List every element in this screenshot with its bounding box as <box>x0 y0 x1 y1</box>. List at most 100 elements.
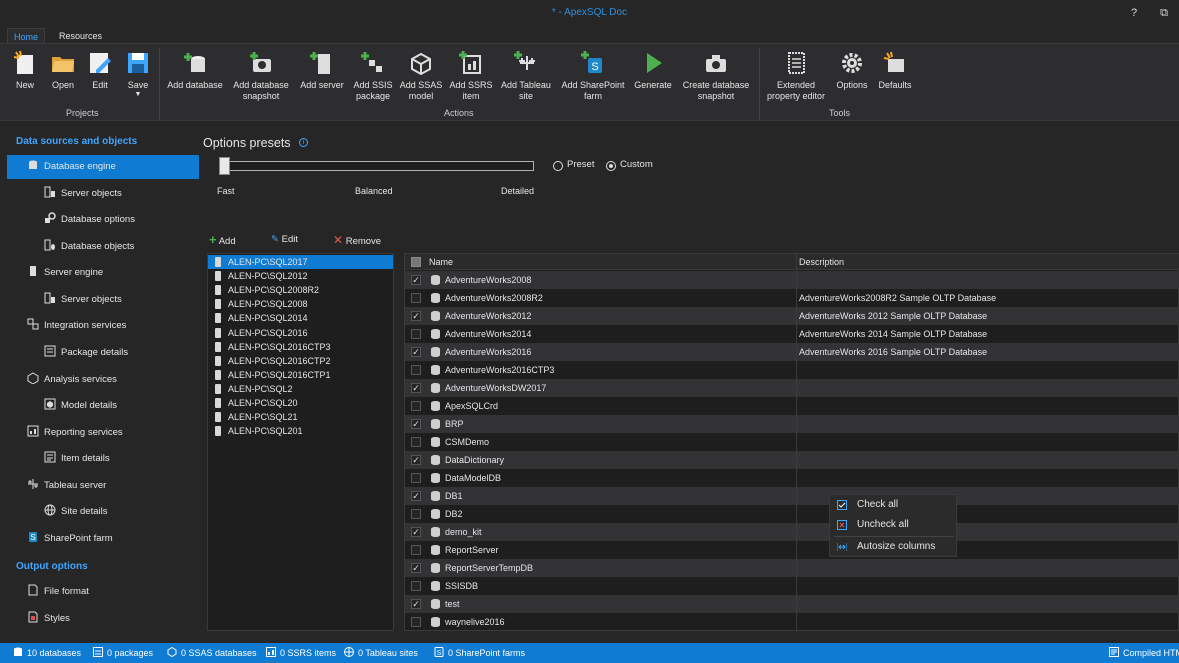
save-button[interactable]: Save ▼ <box>123 50 153 99</box>
add-ssis-package-button[interactable]: Add SSIS package <box>349 50 397 102</box>
row-checkbox[interactable]: ✓ <box>411 383 421 393</box>
check-all-menu-item[interactable]: Check all <box>830 495 958 515</box>
server-list-item[interactable]: ALEN-PC\SQL2016CTP2 <box>208 354 393 368</box>
nav-item-database-objects[interactable]: Database objects <box>44 235 134 259</box>
nav-item-model-details[interactable]: Model details <box>44 394 117 418</box>
row-checkbox[interactable]: ✓ <box>411 419 421 429</box>
new-button[interactable]: New <box>10 50 40 91</box>
row-checkbox[interactable]: ✓ <box>411 599 421 609</box>
tab-home[interactable]: Home <box>7 28 46 44</box>
table-row[interactable]: ✓ test <box>405 595 1179 613</box>
preset-slider-thumb[interactable] <box>219 157 230 175</box>
table-row[interactable]: SSISDB <box>405 577 1179 595</box>
server-list-item[interactable]: ALEN-PC\SQL21 <box>208 410 393 424</box>
nav-item-site-details[interactable]: Site details <box>44 500 107 524</box>
nav-item-server-objects[interactable]: Server objects <box>44 182 122 206</box>
nav-item-file-format[interactable]: File format <box>27 580 89 604</box>
nav-item-database-engine[interactable]: Database engine <box>7 155 199 179</box>
table-row[interactable]: AdventureWorks2014 AdventureWorks 2014 Sa… <box>405 325 1179 343</box>
autosize-columns-menu-item[interactable]: Autosize columns <box>830 537 958 557</box>
row-checkbox[interactable] <box>411 437 421 447</box>
nav-item-database-options[interactable]: Database options <box>44 208 135 232</box>
nav-item-sharepoint-farm[interactable]: S SharePoint farm <box>27 527 113 551</box>
table-row[interactable]: CSMDemo <box>405 433 1179 451</box>
table-row[interactable]: ✓ ReportServerTempDB <box>405 559 1179 577</box>
create-database-snapshot-button[interactable]: Create database snapshot <box>678 50 754 102</box>
add-sharepoint-farm-button[interactable]: S Add SharePoint farm <box>558 50 628 102</box>
tab-resources[interactable]: Resources <box>53 28 108 44</box>
row-checkbox[interactable]: ✓ <box>411 311 421 321</box>
defaults-button[interactable]: Defaults <box>876 50 914 91</box>
table-row[interactable]: AdventureWorks2016CTP3 <box>405 361 1179 379</box>
add-tableau-site-button[interactable]: Add Tableau site <box>498 50 554 102</box>
row-checkbox[interactable]: ✓ <box>411 347 421 357</box>
add-database-snapshot-button[interactable]: Add database snapshot <box>229 50 293 102</box>
table-row[interactable]: ✓ AdventureWorks2008 <box>405 271 1179 289</box>
table-row[interactable]: AdventureWorks2008R2 AdventureWorks2008R2… <box>405 289 1179 307</box>
info-icon[interactable]: i <box>299 138 308 147</box>
add-server-button[interactable]: Add server <box>297 50 347 91</box>
help-icon[interactable]: ? <box>1126 5 1142 21</box>
server-list-item[interactable]: ALEN-PC\SQL2014 <box>208 311 393 325</box>
server-list-item[interactable]: ALEN-PC\SQL2016CTP3 <box>208 340 393 354</box>
column-header-description[interactable]: Description <box>799 254 844 270</box>
row-checkbox[interactable] <box>411 473 421 483</box>
extended-property-editor-button[interactable]: Extended property editor <box>763 50 829 102</box>
nav-item-package-details[interactable]: Package details <box>44 341 128 365</box>
add-ssas-model-button[interactable]: Add SSAS model <box>398 50 444 102</box>
remove-server-toolbar-button[interactable]: ✕ Remove <box>333 233 381 247</box>
server-list-item[interactable]: ALEN-PC\SQL2 <box>208 382 393 396</box>
custom-radio[interactable] <box>606 161 616 171</box>
nav-item-reporting-services[interactable]: Reporting services <box>27 421 123 445</box>
server-list-item[interactable]: ALEN-PC\SQL2016 <box>208 326 393 340</box>
row-checkbox[interactable]: ✓ <box>411 527 421 537</box>
row-checkbox[interactable]: ✓ <box>411 275 421 285</box>
server-list-item[interactable]: ALEN-PC\SQL20 <box>208 396 393 410</box>
table-row[interactable]: ReportServer <box>405 541 1179 559</box>
row-checkbox[interactable]: ✓ <box>411 491 421 501</box>
select-all-checkbox[interactable] <box>411 257 421 267</box>
preset-slider-track[interactable] <box>220 161 534 171</box>
options-button[interactable]: Options <box>834 50 870 91</box>
add-ssrs-item-button[interactable]: Add SSRS item <box>448 50 494 102</box>
row-checkbox[interactable] <box>411 581 421 591</box>
table-row[interactable]: ✓ AdventureWorks2016 AdventureWorks 2016 S… <box>405 343 1179 361</box>
server-list-item[interactable]: ALEN-PC\SQL2008 <box>208 297 393 311</box>
table-row[interactable]: ApexSQLCrd <box>405 397 1179 415</box>
table-row[interactable]: ✓ AdventureWorksDW2017 <box>405 379 1179 397</box>
open-button[interactable]: Open <box>48 50 78 91</box>
add-server-toolbar-button[interactable]: + Add <box>209 233 236 248</box>
row-checkbox[interactable] <box>411 293 421 303</box>
uncheck-all-menu-item[interactable]: Uncheck all <box>830 515 958 535</box>
add-database-button[interactable]: Add database <box>165 50 225 91</box>
server-list-item[interactable]: ALEN-PC\SQL2017 <box>208 255 393 269</box>
column-header-name[interactable]: Name <box>429 254 453 270</box>
table-row[interactable]: ✓ DB1 <box>405 487 1179 505</box>
table-row[interactable]: ✓ BRP <box>405 415 1179 433</box>
row-checkbox[interactable]: ✓ <box>411 563 421 573</box>
edit-button[interactable]: Edit <box>85 50 115 91</box>
table-row[interactable]: DataModelDB <box>405 469 1179 487</box>
edit-server-toolbar-button[interactable]: ✎ Edit <box>271 233 298 247</box>
row-checkbox[interactable]: ✓ <box>411 455 421 465</box>
database-grid[interactable]: Name Description ✓ AdventureWorks2008 Adve… <box>404 253 1179 632</box>
server-list-item[interactable]: ALEN-PC\SQL2012 <box>208 269 393 283</box>
nav-item-integration-services[interactable]: Integration services <box>27 314 126 338</box>
server-list-item[interactable]: ALEN-PC\SQL2016CTP1 <box>208 368 393 382</box>
row-checkbox[interactable] <box>411 509 421 519</box>
row-checkbox[interactable] <box>411 401 421 411</box>
restore-icon[interactable]: ⧉ <box>1156 5 1172 21</box>
server-list-item[interactable]: ALEN-PC\SQL201 <box>208 424 393 438</box>
row-checkbox[interactable] <box>411 365 421 375</box>
row-checkbox[interactable] <box>411 617 421 627</box>
generate-button[interactable]: Generate <box>631 50 675 91</box>
table-row[interactable]: ✓ demo_kit <box>405 523 1179 541</box>
row-checkbox[interactable] <box>411 329 421 339</box>
row-checkbox[interactable] <box>411 545 421 555</box>
nav-item-analysis-services[interactable]: Analysis services <box>27 368 117 392</box>
table-row[interactable]: ✓ DataDictionary <box>405 451 1179 469</box>
nav-item-item-details[interactable]: Item details <box>44 447 110 471</box>
nav-item-server-engine[interactable]: Server engine <box>27 261 103 285</box>
table-row[interactable]: waynelive2016 <box>405 613 1179 631</box>
table-row[interactable]: DB2 <box>405 505 1179 523</box>
